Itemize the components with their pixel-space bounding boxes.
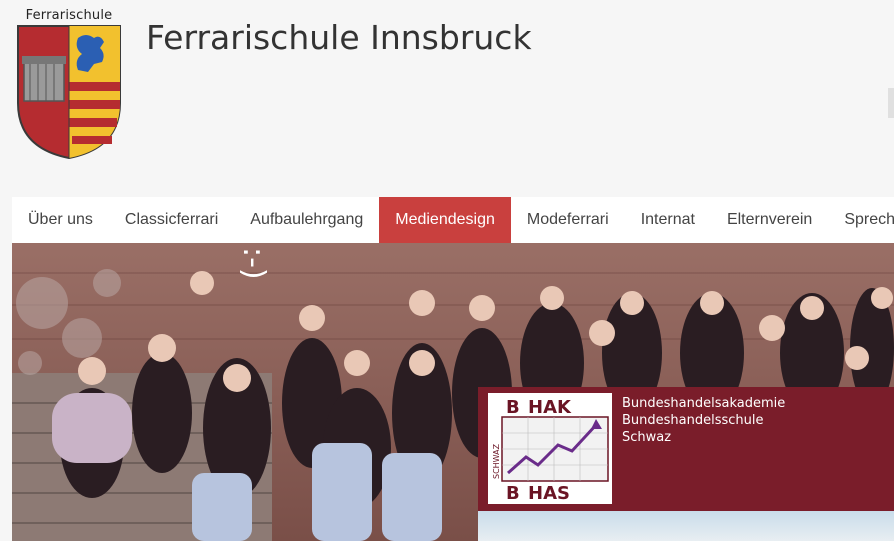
nav-item-elternverein[interactable]: Elternverein xyxy=(711,197,828,243)
bhak-logo-top: HAK xyxy=(528,397,572,418)
bhak-banner[interactable]: B HAK B HAS SCHWAZ Bundeshandelsakademie… xyxy=(478,387,894,511)
nav-item-ueber-uns[interactable]: Über uns xyxy=(12,197,109,243)
sky-image-strip xyxy=(478,511,894,541)
nav-item-internat[interactable]: Internat xyxy=(625,197,711,243)
nav-item-classicferrari[interactable]: Classicferrari xyxy=(109,197,234,243)
nav-item-sprechstunden[interactable]: Sprechstunden xyxy=(828,197,894,243)
bhak-logo: B HAK B HAS SCHWAZ xyxy=(488,393,612,504)
bhak-line-1: Bundeshandelsakademie xyxy=(622,396,786,411)
graffiti-smiley: :-) xyxy=(236,247,271,280)
bhak-logo-side: SCHWAZ xyxy=(492,443,501,479)
coat-of-arms-icon xyxy=(17,25,121,160)
bhak-text: Bundeshandelsakademie Bundeshandelsschul… xyxy=(622,395,785,446)
scrollbar[interactable] xyxy=(888,88,894,118)
main-nav: Über uns Classicferrari Aufbaulehrgang M… xyxy=(12,197,894,243)
school-logo[interactable]: Ferrarischule xyxy=(10,8,128,160)
bhak-line-2: Bundeshandelsschule xyxy=(622,413,764,428)
site-title: Ferrarischule Innsbruck xyxy=(146,18,532,57)
bhak-line-3: Schwaz xyxy=(622,430,672,445)
bhak-chart-icon: B HAK B HAS SCHWAZ xyxy=(492,397,609,504)
svg-text:B: B xyxy=(506,397,520,418)
nav-item-mediendesign[interactable]: Mediendesign xyxy=(379,197,511,243)
nav-item-aufbaulehrgang[interactable]: Aufbaulehrgang xyxy=(234,197,379,243)
svg-text:B: B xyxy=(506,483,520,504)
bhak-logo-bottom: HAS xyxy=(528,483,570,504)
nav-item-modeferrari[interactable]: Modeferrari xyxy=(511,197,625,243)
